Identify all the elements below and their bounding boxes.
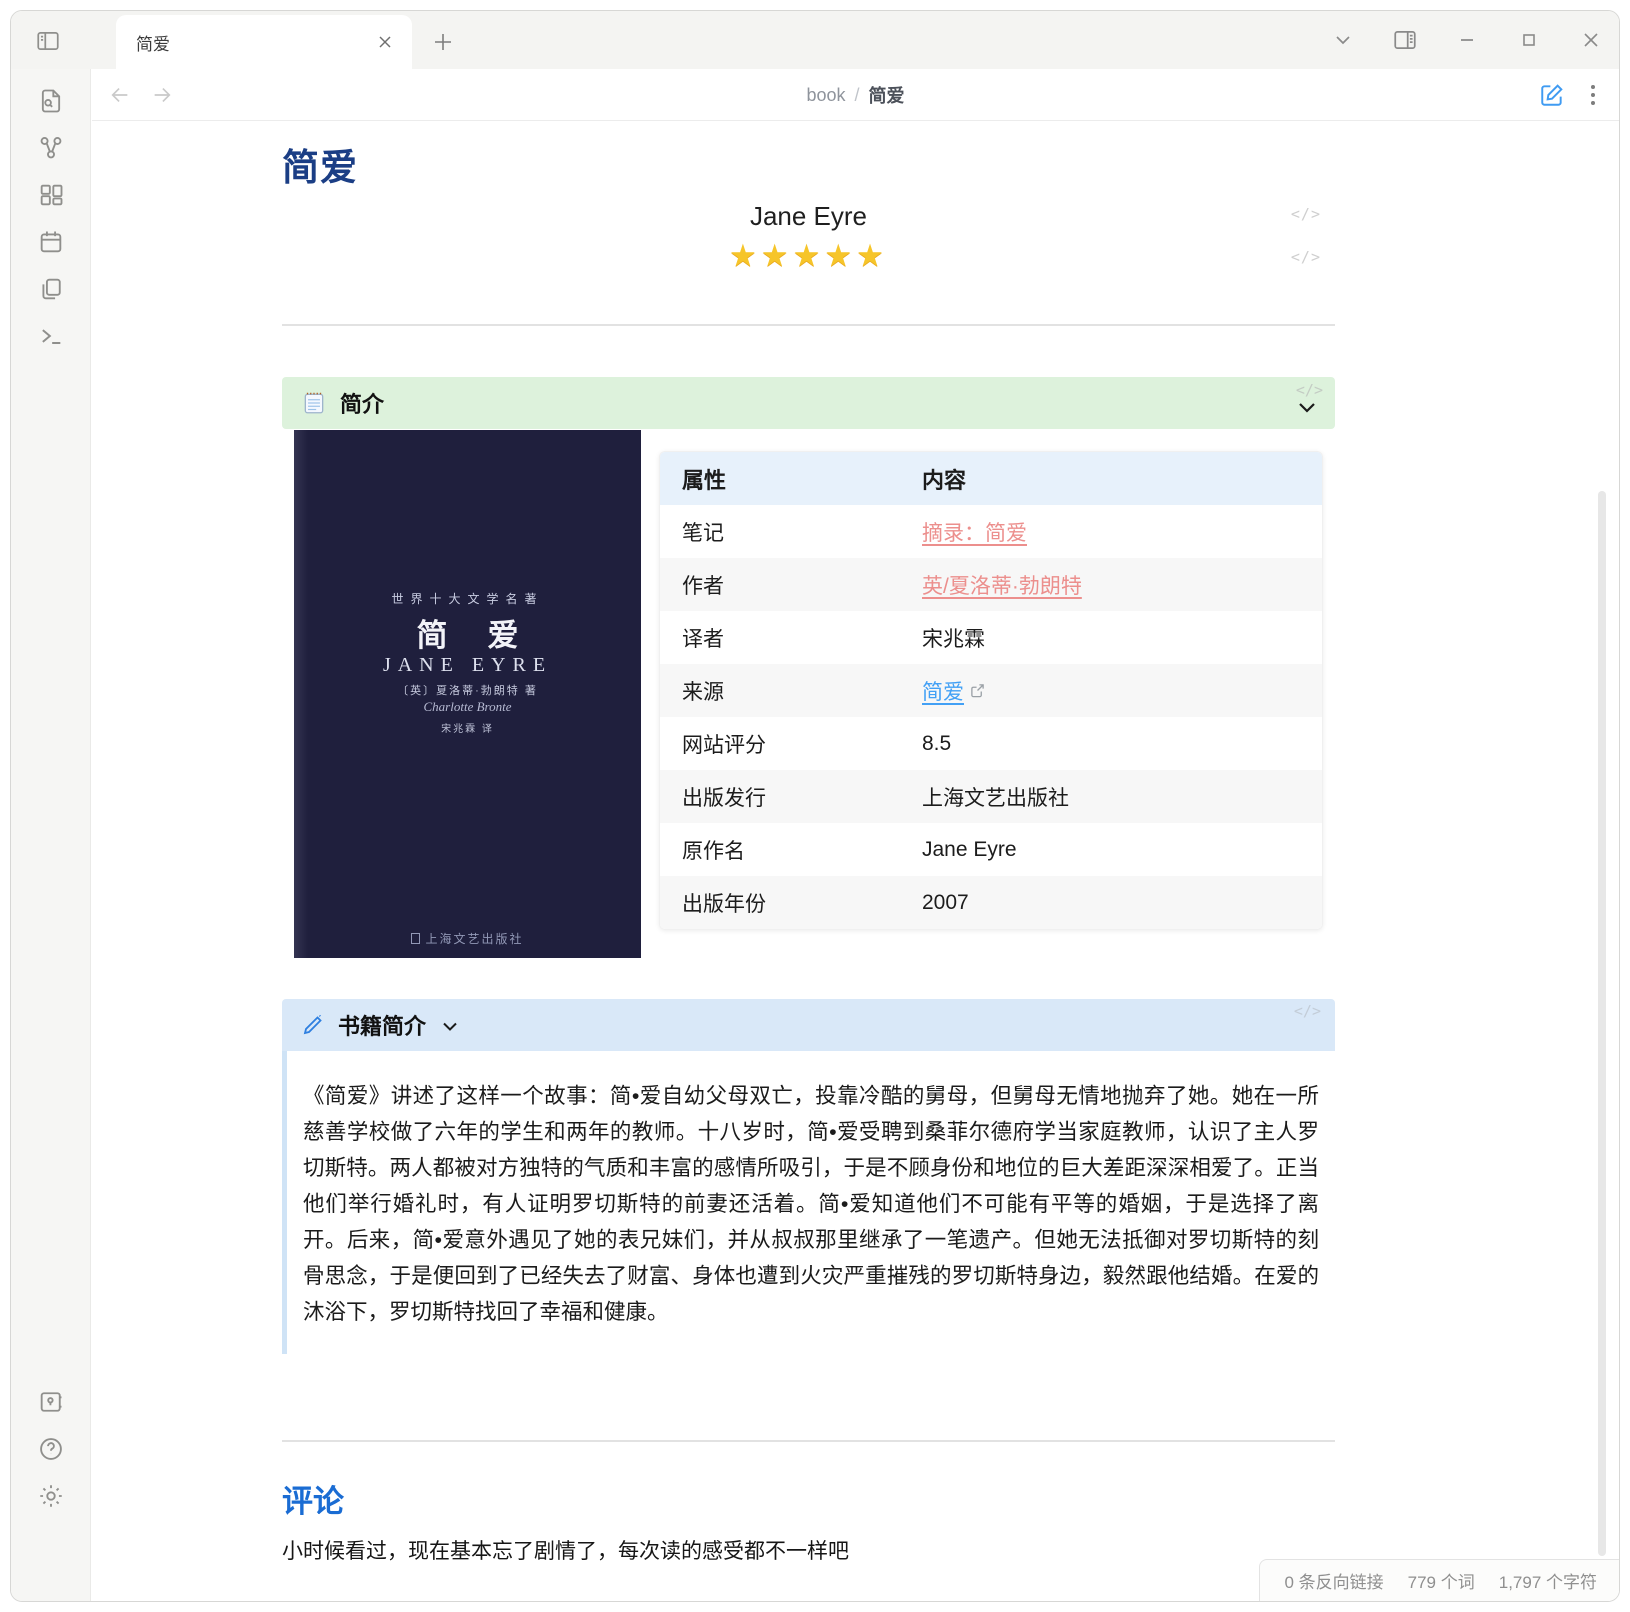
main-pane: book / 简爱 简爱 Jane Eyre	[92, 69, 1619, 1601]
cover-series-text: 世界十大文学名著	[294, 590, 641, 607]
tab-close-icon[interactable]	[372, 29, 398, 55]
intro-callout-header[interactable]: 简介 </>	[282, 377, 1335, 429]
right-sidebar-toggle-icon[interactable]	[1391, 26, 1419, 54]
source-external-link[interactable]: 简爱	[922, 676, 964, 706]
terminal-icon[interactable]	[36, 321, 66, 351]
divider	[282, 324, 1335, 326]
cover-author-en: Charlotte Bronte	[294, 699, 641, 715]
book-summary-text: 《简爱》讲述了这样一个故事：简•爱自幼父母双亡，投靠冷酷的舅母，但舅母无情地抛弃…	[303, 1078, 1319, 1330]
publisher-logo	[411, 933, 420, 944]
help-icon[interactable]	[36, 1434, 66, 1464]
calendar-icon[interactable]	[36, 227, 66, 257]
rating-stars: ★★★★★	[282, 238, 1335, 274]
table-row: 出版发行 上海文艺出版社	[660, 770, 1322, 823]
col-header-attribute: 属性	[682, 463, 922, 495]
comments-heading: 评论	[282, 1476, 1335, 1521]
left-ribbon	[11, 69, 91, 1601]
external-link-icon	[970, 683, 985, 698]
cover-author-cn: 〔英〕夏洛蒂·勃朗特 著	[294, 682, 641, 698]
table-row: 出版年份 2007	[660, 876, 1322, 929]
cover-publisher: 上海文艺出版社	[294, 930, 641, 947]
char-count: 1,797 个字符	[1499, 1568, 1597, 1593]
tab-list-chevron-icon[interactable]	[1329, 26, 1357, 54]
table-row: 笔记 摘录：简爱	[660, 505, 1322, 558]
intro-callout-title: 简介	[340, 387, 384, 419]
book-cover-image: 世界十大文学名著 简爱 JANE EYRE 〔英〕夏洛蒂·勃朗特 著 Charl…	[294, 430, 641, 958]
book-subtitle: Jane Eyre	[282, 201, 1335, 232]
minimize-icon[interactable]	[1453, 26, 1481, 54]
summary-callout-header[interactable]: 书籍简介 </>	[282, 999, 1335, 1051]
edit-block-icon[interactable]: </>	[1296, 381, 1323, 399]
status-bar: 0 条反向链接 779 个词 1,797 个字符	[1259, 1559, 1619, 1601]
copy-files-icon[interactable]	[36, 274, 66, 304]
close-window-icon[interactable]	[1577, 26, 1605, 54]
breadcrumb: book / 简爱	[92, 69, 1619, 121]
summary-callout-body: 《简爱》讲述了这样一个故事：简•爱自幼父母双亡，投靠冷酷的舅母，但舅母无情地抛弃…	[282, 1051, 1335, 1354]
titlebar: 简爱	[11, 11, 1619, 69]
view-header: book / 简爱	[92, 69, 1619, 121]
note-content: 简爱 Jane Eyre </> ★★★★★ </>	[92, 121, 1619, 1601]
table-row: 原作名 Jane Eyre	[660, 823, 1322, 876]
edit-mode-icon[interactable]	[1539, 82, 1565, 108]
table-row: 网站评分 8.5	[660, 717, 1322, 770]
breadcrumb-page[interactable]: 简爱	[869, 82, 905, 108]
scrollbar-thumb[interactable]	[1598, 491, 1606, 1556]
table-row: 译者 宋兆霖	[660, 611, 1322, 664]
divider	[282, 1440, 1335, 1442]
breadcrumb-separator: /	[855, 85, 860, 106]
tab-jane-eyre[interactable]: 简爱	[116, 15, 412, 69]
backlinks-count[interactable]: 0 条反向链接	[1284, 1568, 1383, 1593]
comment-text: 小时候看过，现在基本忘了剧情了，每次读的感受都不一样吧	[282, 1535, 1335, 1565]
vault-switcher-icon[interactable]	[36, 1387, 66, 1417]
summary-callout-title: 书籍简介	[338, 1009, 426, 1041]
new-tab-icon[interactable]	[427, 27, 459, 57]
table-row: 来源 简爱	[660, 664, 1322, 717]
cover-title-en: JANE EYRE	[294, 654, 641, 677]
cover-translator: 宋兆霖 译	[294, 720, 641, 735]
more-options-icon[interactable]	[1589, 83, 1597, 107]
edit-block-icon[interactable]: </>	[1291, 248, 1321, 266]
file-search-icon[interactable]	[36, 86, 66, 116]
settings-gear-icon[interactable]	[36, 1481, 66, 1511]
edit-block-icon[interactable]: </>	[1294, 1002, 1321, 1020]
pencil-icon	[301, 1013, 325, 1037]
cover-title-cn: 简爱	[294, 610, 641, 655]
properties-table: 属性 内容 笔记 摘录：简爱 作者 英/夏洛蒂·勃朗特 译者	[659, 451, 1323, 930]
edit-block-icon[interactable]: </>	[1291, 205, 1321, 223]
notepad-icon	[301, 390, 327, 416]
graph-view-icon[interactable]	[36, 133, 66, 163]
page-title: 简爱	[282, 137, 1335, 191]
table-header-row: 属性 内容	[660, 452, 1322, 505]
left-sidebar-toggle-icon[interactable]	[31, 25, 65, 57]
col-header-content: 内容	[922, 463, 966, 495]
word-count: 779 个词	[1408, 1568, 1475, 1593]
collapse-chevron-icon[interactable]	[1296, 400, 1323, 416]
note-link[interactable]: 摘录：简爱	[922, 517, 1027, 547]
collapse-chevron-icon[interactable]	[441, 1020, 459, 1034]
table-row: 作者 英/夏洛蒂·勃朗特	[660, 558, 1322, 611]
author-link[interactable]: 英/夏洛蒂·勃朗特	[922, 570, 1082, 600]
tab-title: 简爱	[136, 30, 372, 55]
app-window: 简爱	[10, 10, 1620, 1602]
maximize-icon[interactable]	[1515, 26, 1543, 54]
dashboard-icon[interactable]	[36, 180, 66, 210]
breadcrumb-folder[interactable]: book	[806, 85, 845, 106]
